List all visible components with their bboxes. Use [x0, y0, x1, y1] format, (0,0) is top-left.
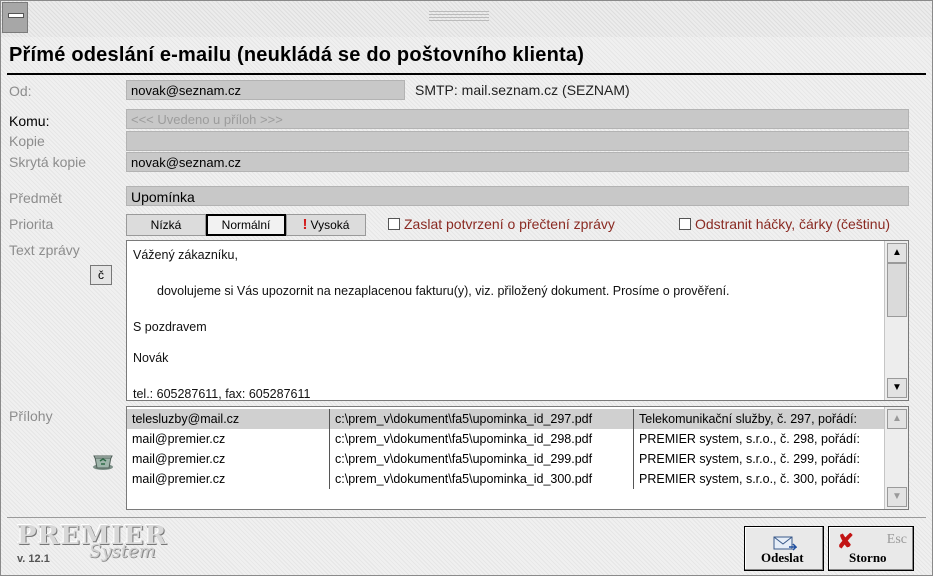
from-label: Od: [9, 83, 32, 99]
attachment-file: c:\prem_v\dokument\fa5\upominka_id_297.p… [329, 409, 633, 429]
priority-label: Priorita [9, 216, 54, 232]
body-line: dovolujeme si Vás upozornit na nezaplace… [157, 284, 730, 298]
body-line: Vážený zákazníku, [133, 248, 238, 262]
charset-button[interactable]: č [90, 265, 112, 285]
attachment-desc: PREMIER system, s.r.o., č. 299, pořádí: [633, 449, 884, 469]
to-label: Komu: [9, 113, 50, 129]
strip-diacritics-checkbox[interactable]: Odstranit háčky, čárky (češtinu) [679, 216, 890, 232]
send-button[interactable]: Odeslat [744, 526, 824, 571]
attachment-desc: Telekomunikační služby, č. 297, pořádí: [633, 409, 884, 429]
scroll-thumb[interactable] [887, 263, 907, 317]
priority-high-label: Vysoká [310, 218, 350, 232]
checkbox-icon [388, 218, 400, 230]
priority-low-button[interactable]: Nízká [126, 214, 206, 236]
cc-field[interactable] [126, 131, 909, 151]
attachments-label: Přílohy [9, 408, 53, 424]
scroll-down-icon[interactable]: ▼ [887, 378, 907, 398]
attachments-table[interactable]: telesluzby@mail.cz c:\prem_v\dokument\fa… [126, 406, 909, 510]
page-title: Přímé odeslání e-mailu (neukládá se do p… [9, 44, 585, 66]
table-row[interactable]: mail@premier.cz c:\prem_v\dokument\fa5\u… [127, 469, 884, 489]
title-divider [7, 73, 926, 75]
from-field[interactable]: novak@seznam.cz [126, 80, 405, 100]
scroll-down-icon[interactable]: ▼ [887, 487, 907, 507]
priority-low-label: Nízká [150, 218, 182, 232]
priority-normal-button[interactable]: Normální [206, 214, 286, 236]
body-label: Text zprávy [9, 242, 80, 258]
priority-high-button[interactable]: ! Vysoká [286, 214, 366, 236]
to-field[interactable]: <<< Uvedeno u příloh >>> [126, 109, 909, 129]
table-row[interactable]: mail@premier.cz c:\prem_v\dokument\fa5\u… [127, 449, 884, 469]
read-receipt-checkbox[interactable]: Zaslat potvrzení o přečtení zprávy [388, 216, 615, 232]
system-menu-button[interactable] [2, 2, 28, 33]
attachment-file: c:\prem_v\dokument\fa5\upominka_id_300.p… [329, 469, 633, 489]
attachment-desc: PREMIER system, s.r.o., č. 298, pořádí: [633, 429, 884, 449]
recycle-bin-icon[interactable] [91, 451, 115, 471]
cc-label: Kopie [9, 133, 45, 149]
body-line: S pozdravem [133, 320, 207, 334]
premier-logo-sub: System [89, 541, 156, 562]
title-bar[interactable] [1, 1, 932, 37]
priority-normal-label: Normální [221, 218, 271, 232]
send-label: Odeslat [761, 550, 804, 565]
strip-diacritics-label: Odstranit háčky, čárky (češtinu) [695, 216, 891, 232]
cancel-button[interactable]: ✘ Esc Storno [828, 526, 914, 571]
attachment-file: c:\prem_v\dokument\fa5\upominka_id_299.p… [329, 449, 633, 469]
table-row[interactable]: telesluzby@mail.cz c:\prem_v\dokument\fa… [127, 409, 884, 429]
body-line: Novák [133, 351, 169, 365]
exclamation-icon: ! [302, 216, 308, 233]
attachments-scrollbar[interactable]: ▲ ▼ [884, 407, 908, 509]
subject-field[interactable]: Upomínka [126, 186, 909, 206]
attachment-file: c:\prem_v\dokument\fa5\upominka_id_298.p… [329, 429, 633, 449]
attachment-email: mail@premier.cz [132, 452, 226, 466]
footer-divider [7, 517, 926, 518]
cancel-label: Storno [849, 550, 887, 565]
table-row[interactable]: mail@premier.cz c:\prem_v\dokument\fa5\u… [127, 429, 884, 449]
esc-key-label: Esc [886, 532, 907, 547]
read-receipt-label: Zaslat potvrzení o přečtení zprávy [404, 216, 615, 232]
email-dialog: Přímé odeslání e-mailu (neukládá se do p… [0, 0, 933, 576]
smtp-info: SMTP: mail.seznam.cz (SEZNAM) [415, 82, 630, 98]
version-label: v. 12.1 [17, 553, 50, 565]
subject-label: Předmět [9, 190, 62, 206]
checkbox-icon [679, 218, 691, 230]
body-line: tel.: 605287611, fax: 605287611 [133, 387, 311, 401]
drag-grip-icon[interactable] [429, 11, 489, 21]
scroll-up-icon[interactable]: ▲ [887, 409, 907, 429]
attachment-email: mail@premier.cz [132, 472, 226, 486]
message-body-textarea[interactable]: Vážený zákazníku, dovolujeme si Vás upoz… [126, 240, 909, 401]
attachment-email: telesluzby@mail.cz [127, 409, 329, 429]
bcc-label: Skrytá kopie [9, 154, 87, 170]
attachment-email: mail@premier.cz [132, 432, 226, 446]
attachment-desc: PREMIER system, s.r.o., č. 300, pořádí: [633, 469, 884, 489]
bcc-field[interactable]: novak@seznam.cz [126, 152, 909, 172]
body-scrollbar[interactable]: ▲ ▼ [884, 241, 908, 400]
scroll-up-icon[interactable]: ▲ [887, 243, 907, 263]
